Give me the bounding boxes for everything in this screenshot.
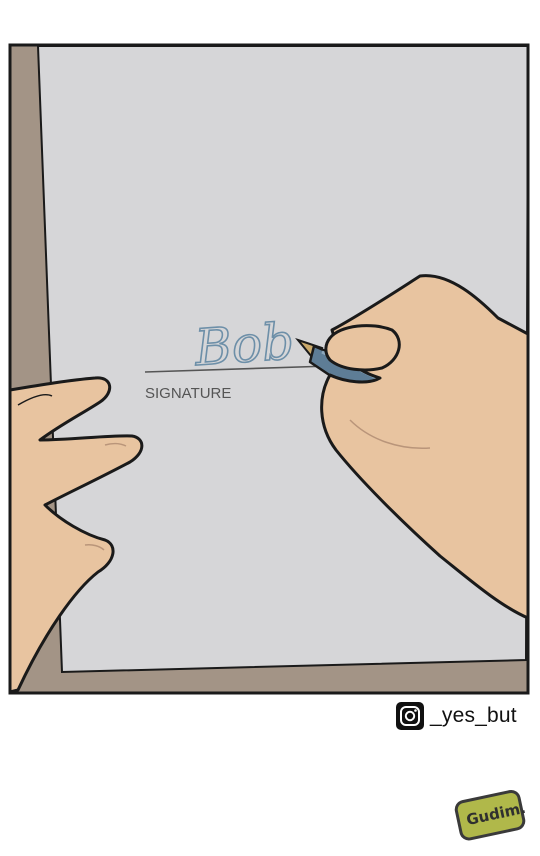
instagram-handle: _yes_but bbox=[430, 704, 517, 727]
comic-panel: Bob SIGNATURE bbox=[8, 43, 530, 695]
signature-label: SIGNATURE bbox=[145, 385, 231, 402]
instagram-icon bbox=[396, 702, 424, 730]
signature-name: Bob bbox=[192, 312, 296, 377]
right-index-finger bbox=[324, 324, 401, 372]
instagram-credit: _yes_but bbox=[396, 702, 517, 730]
gudim-logo: Gudim. bbox=[454, 789, 527, 841]
